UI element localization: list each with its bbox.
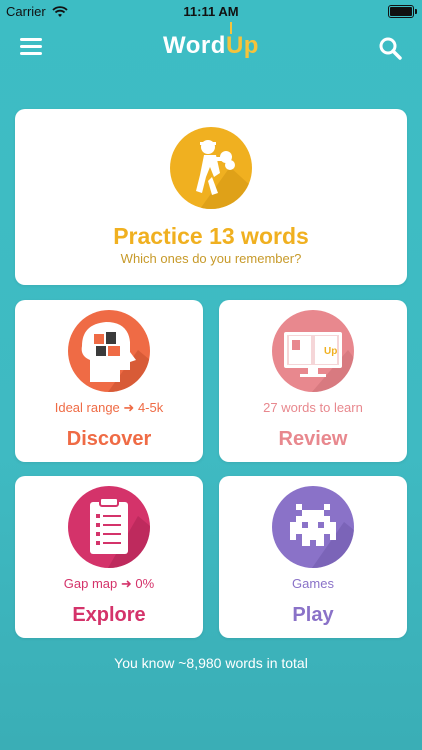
status-time: 11:11 AM — [183, 4, 239, 19]
discover-caption: Ideal range ➜ 4-5k — [54, 400, 164, 415]
battery-icon — [388, 5, 417, 18]
svg-text:Up: Up — [324, 346, 337, 357]
practice-card[interactable]: Practice 13 words Which ones do you reme… — [15, 109, 407, 285]
logo-word: Word — [163, 32, 226, 59]
explore-label: Explore — [72, 604, 146, 626]
review-label: Review — [278, 428, 348, 450]
explore-caption: Gap map ➜ 0% — [63, 576, 155, 591]
status-bar: Carrier 11:11 AM — [0, 0, 422, 22]
monitor-book-icon: Up — [272, 310, 354, 392]
play-label: Play — [292, 604, 334, 626]
discover-label: Discover — [66, 428, 152, 450]
explore-card[interactable]: Gap map ➜ 0% Explore — [15, 476, 203, 638]
arrow-right-icon: ➜ — [120, 576, 132, 591]
review-caption: 27 words to learn — [263, 400, 363, 415]
play-card[interactable]: Games Play — [219, 476, 407, 638]
practice-subtitle: Which ones do you remember? — [120, 251, 302, 266]
arrow-right-icon: ➜ — [123, 400, 135, 415]
boxer-icon — [170, 127, 252, 209]
logo-up: Up — [226, 22, 259, 59]
discover-card[interactable]: Ideal range ➜ 4-5k Discover — [15, 300, 203, 462]
space-invader-icon — [272, 486, 354, 568]
nav-bar: Word Up — [0, 22, 422, 70]
review-card[interactable]: Up 27 words to learn Review — [219, 300, 407, 462]
play-caption: Games — [292, 576, 334, 591]
word-count-summary: You know ~8,980 words in total — [114, 655, 308, 671]
app-logo: Word Up — [0, 22, 422, 60]
head-puzzle-icon — [68, 310, 150, 392]
search-icon[interactable] — [378, 36, 402, 60]
clipboard-icon — [68, 486, 150, 568]
practice-title: Practice 13 words — [113, 223, 309, 249]
